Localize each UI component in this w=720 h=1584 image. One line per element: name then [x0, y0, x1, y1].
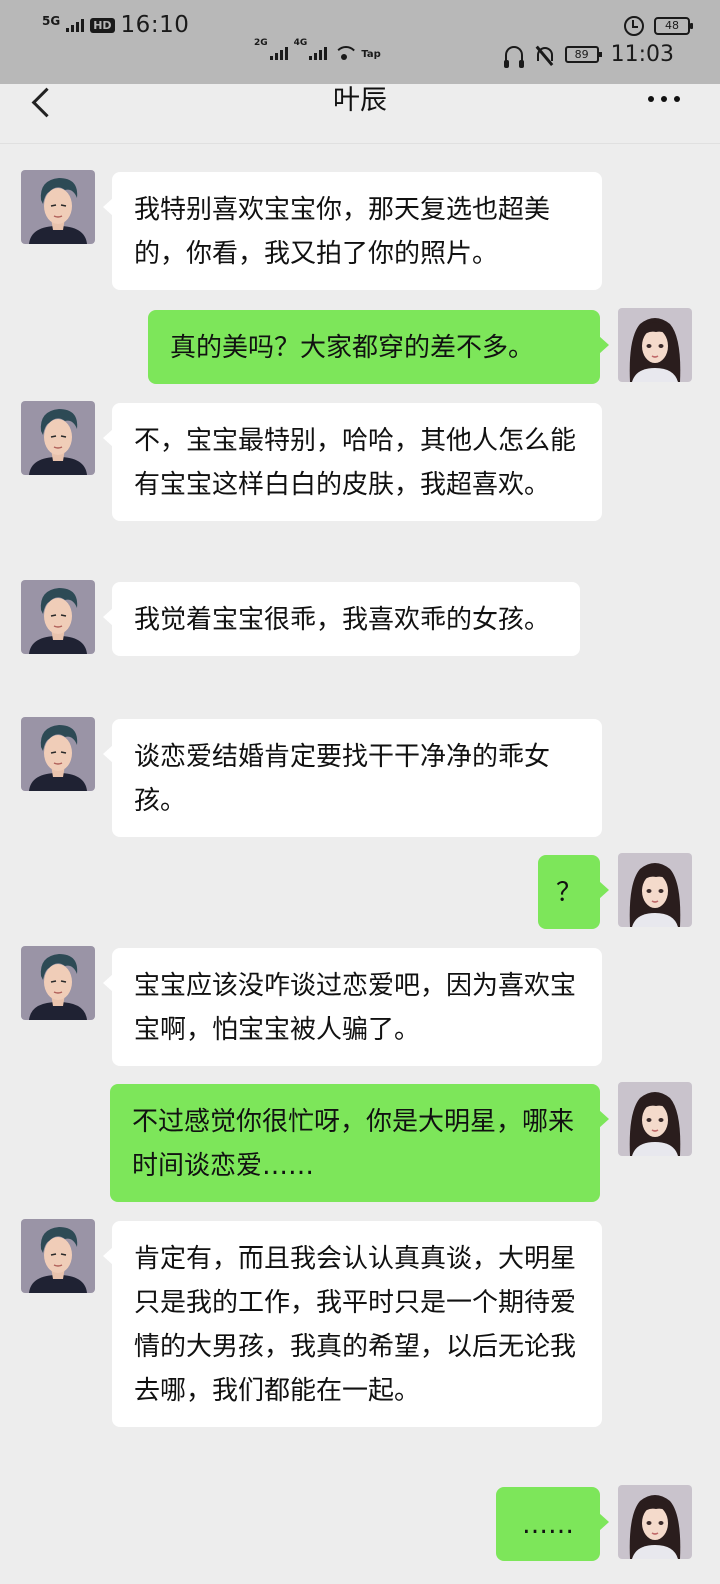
contact-avatar[interactable] [21, 580, 95, 654]
status-time: 16:10 [120, 12, 190, 38]
contact-avatar[interactable] [21, 1219, 95, 1293]
status-right: 48 [624, 16, 693, 36]
status-bar: 5G HD 16:10 48 2G 4G Tap 89 11:03 [0, 0, 720, 84]
inner-status-time: 11:03 [610, 42, 674, 67]
message-bubble[interactable]: 宝宝应该没咋谈过恋爱吧，因为喜欢宝宝啊，怕宝宝被人骗了。 [103, 948, 602, 1066]
network-type-label: 5G [42, 14, 61, 28]
inner-status-center: 2G 4G Tap [254, 38, 381, 60]
wifi-icon [333, 44, 355, 60]
chat-header: 叶辰 [0, 84, 720, 144]
my-avatar[interactable] [618, 853, 692, 927]
alarm-icon [624, 16, 644, 36]
message-bubble[interactable]: …… [496, 1487, 609, 1561]
message-bubble[interactable]: 谈恋爱结婚肯定要找干干净净的乖女孩。 [103, 719, 602, 837]
battery-icon: 48 [654, 17, 693, 35]
hd-badge: HD [90, 17, 115, 33]
message-bubble[interactable]: 我觉着宝宝很乖，我喜欢乖的女孩。 [103, 582, 580, 656]
status-left: 5G HD 16:10 [42, 12, 189, 38]
tap-label: Tap [361, 49, 381, 60]
my-avatar[interactable] [618, 308, 692, 382]
signal-icon [66, 18, 85, 32]
battery-icon: 89 [564, 46, 602, 63]
my-avatar[interactable] [618, 1082, 692, 1156]
message-bubble[interactable]: 不，宝宝最特别，哈哈，其他人怎么能有宝宝这样白白的皮肤，我超喜欢。 [103, 403, 602, 521]
signal-icon [309, 46, 328, 60]
signal-icon [269, 46, 288, 60]
chat-title: 叶辰 [333, 85, 387, 116]
contact-avatar[interactable] [21, 401, 95, 475]
headset-icon [503, 45, 524, 68]
contact-avatar[interactable] [21, 170, 95, 244]
bell-off-icon [535, 45, 553, 65]
inner-status-right: 89 11:03 [503, 42, 674, 68]
network-2g-label: 2G [254, 38, 268, 48]
my-avatar[interactable] [618, 1485, 692, 1559]
message-bubble[interactable]: 真的美吗？大家都穿的差不多。 [148, 310, 609, 384]
message-bubble[interactable]: ？ [538, 855, 609, 929]
message-bubble[interactable]: 我特别喜欢宝宝你，那天复选也超美的，你看，我又拍了你的照片。 [103, 172, 602, 290]
contact-avatar[interactable] [21, 946, 95, 1020]
network-4g-label: 4G [293, 38, 308, 48]
contact-avatar[interactable] [21, 717, 95, 791]
inner-status-bar: 2G 4G Tap 89 11:03 [0, 38, 720, 72]
message-bubble[interactable]: 肯定有，而且我会认认真真谈，大明星只是我的工作，我平时只是一个期待爱情的大男孩，… [103, 1221, 602, 1427]
message-bubble[interactable]: 不过感觉你很忙呀，你是大明星，哪来时间谈恋爱…… [110, 1084, 609, 1202]
more-options-icon[interactable] [648, 96, 680, 102]
